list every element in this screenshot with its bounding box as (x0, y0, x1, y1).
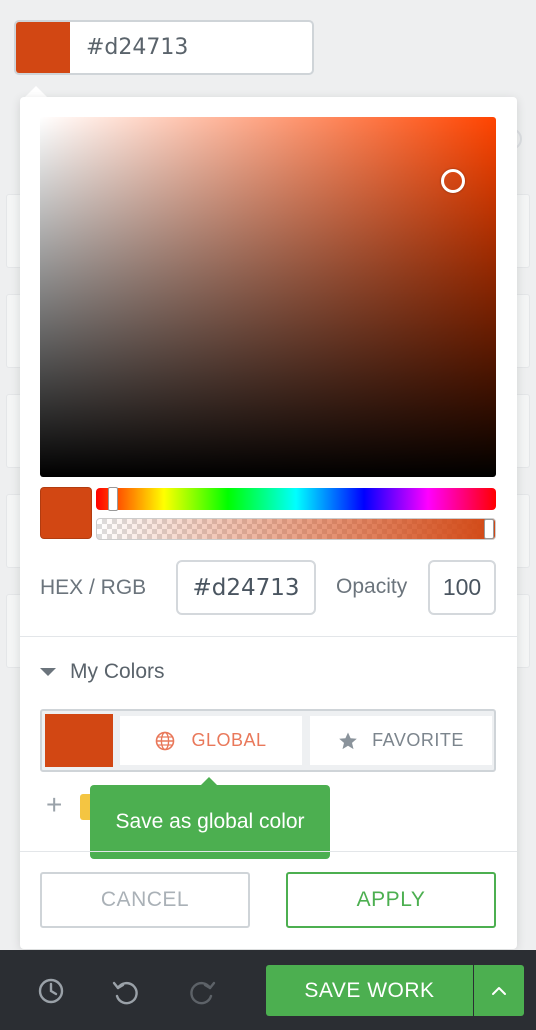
global-button[interactable]: GLOBAL (120, 716, 302, 765)
hue-slider[interactable] (96, 487, 496, 511)
saturation-value-handle[interactable] (441, 169, 465, 193)
global-button-label: GLOBAL (191, 730, 267, 750)
opacity-input[interactable]: 100 (428, 560, 496, 615)
saved-color-swatch[interactable] (45, 714, 113, 767)
opacity-label: Opacity (336, 575, 408, 598)
color-picker-popover: HEX / RGB #d24713 Opacity 100 My Colors … (20, 97, 517, 949)
redo-icon[interactable] (188, 976, 218, 1006)
globe-icon (156, 731, 175, 750)
saturation-value-area[interactable] (40, 117, 496, 477)
my-colors-toggle[interactable]: My Colors (40, 660, 165, 684)
hue-slider-thumb[interactable] (108, 487, 118, 511)
color-field-value[interactable]: #d24713 (70, 22, 312, 73)
color-field-swatch[interactable] (16, 22, 70, 73)
saved-color-bar: GLOBAL FAVORITE (40, 709, 496, 772)
current-color-preview (40, 487, 92, 539)
favorite-button-label: FAVORITE (372, 730, 464, 750)
chevron-up-icon (492, 986, 506, 995)
save-global-tooltip: Save as global color (90, 785, 330, 859)
cancel-button[interactable]: CANCEL (40, 872, 250, 928)
opacity-slider-thumb[interactable] (484, 519, 494, 539)
add-color-button[interactable]: + (46, 791, 62, 819)
history-icon[interactable] (36, 976, 66, 1006)
favorite-button[interactable]: FAVORITE (310, 716, 492, 765)
save-options-button[interactable] (474, 965, 524, 1016)
opacity-slider[interactable] (96, 518, 496, 540)
my-colors-heading: My Colors (70, 660, 165, 683)
apply-button[interactable]: APPLY (286, 872, 496, 928)
save-work-button[interactable]: SAVE WORK (266, 965, 473, 1016)
undo-icon[interactable] (110, 976, 140, 1006)
star-icon (339, 732, 357, 749)
divider (20, 636, 517, 637)
hex-rgb-label: HEX / RGB (40, 576, 147, 599)
opacity-slider-fill (97, 519, 495, 539)
bottom-toolbar: SAVE WORK (0, 950, 536, 1030)
caret-down-icon (40, 668, 56, 676)
hex-input[interactable]: #d24713 (176, 560, 316, 615)
color-field[interactable]: #d24713 (14, 20, 314, 75)
divider (20, 851, 517, 852)
